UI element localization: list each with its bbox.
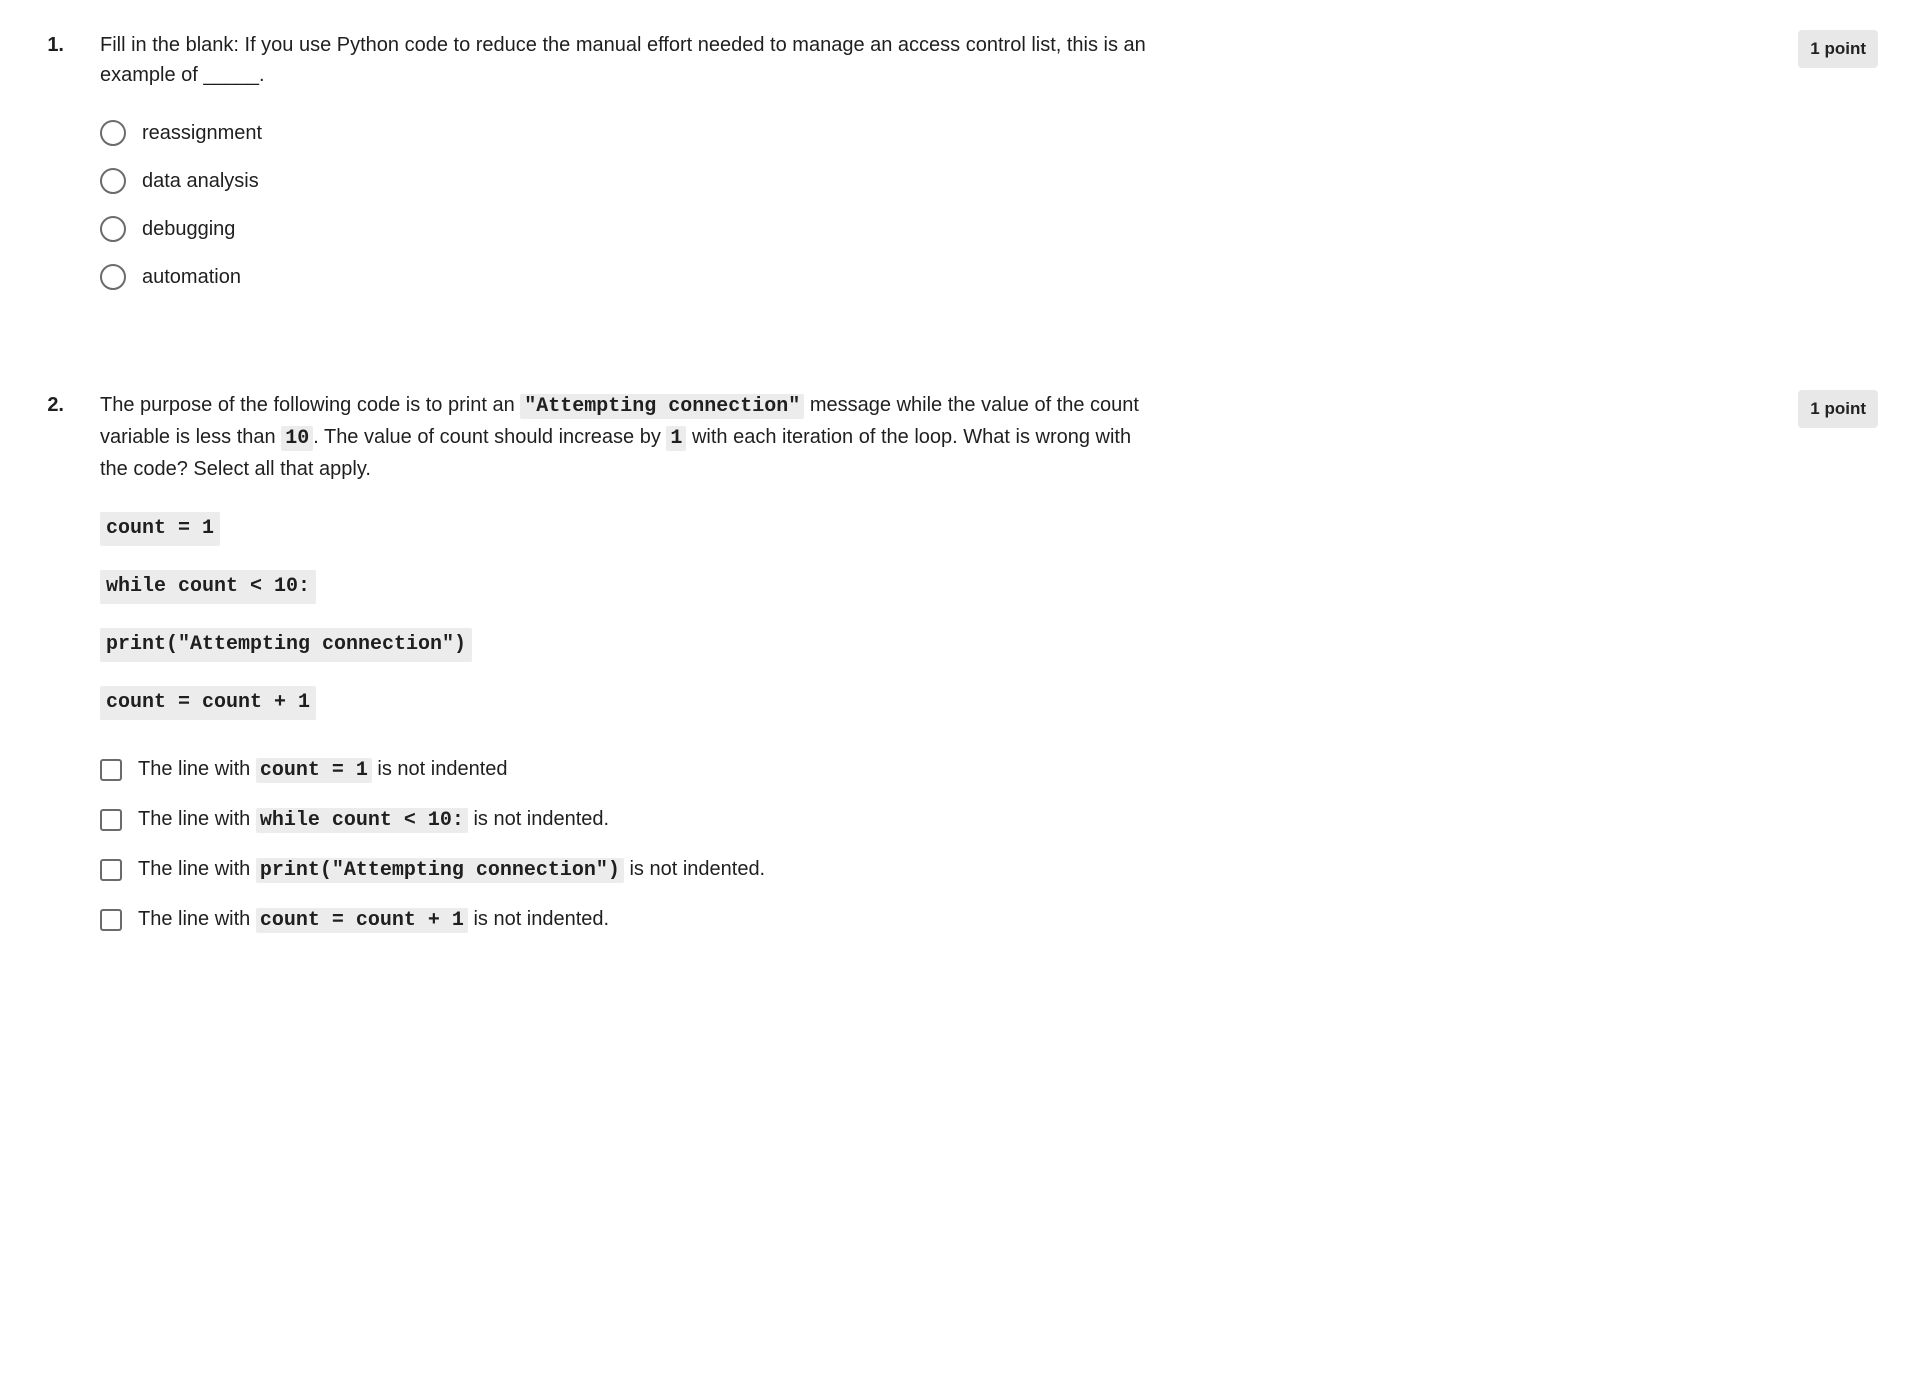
option-label: The line with print("Attempting connecti… xyxy=(138,854,765,886)
inline-code: count = 1 xyxy=(256,758,372,783)
option-label: reassignment xyxy=(142,118,262,148)
points-badge: 1 point xyxy=(1798,390,1878,428)
text-fragment: is not indented. xyxy=(624,858,765,880)
text-fragment: is not indented xyxy=(372,758,508,780)
options-group: The line with count = 1 is not indented … xyxy=(100,754,1150,936)
code-line: count = count + 1 xyxy=(100,686,316,720)
inline-code: 10 xyxy=(281,426,313,451)
inline-code: while count < 10: xyxy=(256,808,468,833)
option-label: data analysis xyxy=(142,166,259,196)
option-data-analysis[interactable]: data analysis xyxy=(100,166,1150,196)
question-number: 2. xyxy=(30,390,70,420)
question-number: 1. xyxy=(30,30,70,60)
radio-icon[interactable] xyxy=(100,120,126,146)
text-fragment: The line with xyxy=(138,908,256,930)
option-count-1-indent[interactable]: The line with count = 1 is not indented xyxy=(100,754,1150,786)
option-debugging[interactable]: debugging xyxy=(100,214,1150,244)
points-badge: 1 point xyxy=(1798,30,1878,68)
option-count-plus-1-indent[interactable]: The line with count = count + 1 is not i… xyxy=(100,904,1150,936)
radio-icon[interactable] xyxy=(100,168,126,194)
text-fragment: . The value of count should increase by xyxy=(313,426,666,448)
code-line: print("Attempting connection") xyxy=(100,628,472,662)
inline-code: print("Attempting connection") xyxy=(256,858,624,883)
inline-code: 1 xyxy=(666,426,686,451)
option-automation[interactable]: automation xyxy=(100,262,1150,292)
option-print-indent[interactable]: The line with print("Attempting connecti… xyxy=(100,854,1150,886)
question-text: The purpose of the following code is to … xyxy=(100,390,1150,484)
radio-icon[interactable] xyxy=(100,264,126,290)
inline-code: count = count + 1 xyxy=(256,908,468,933)
options-group: reassignment data analysis debugging aut… xyxy=(100,118,1150,292)
text-fragment: The line with xyxy=(138,758,256,780)
text-fragment: The purpose of the following code is to … xyxy=(100,394,520,416)
option-label: debugging xyxy=(142,214,235,244)
question-1: 1. Fill in the blank: If you use Python … xyxy=(30,30,1878,310)
option-label: automation xyxy=(142,262,241,292)
text-fragment: The line with xyxy=(138,858,256,880)
radio-icon[interactable] xyxy=(100,216,126,242)
inline-code: "Attempting connection" xyxy=(520,394,804,419)
question-2: 2. The purpose of the following code is … xyxy=(30,390,1878,954)
option-reassignment[interactable]: reassignment xyxy=(100,118,1150,148)
text-fragment: is not indented. xyxy=(468,808,609,830)
text-fragment: is not indented. xyxy=(468,908,609,930)
checkbox-icon[interactable] xyxy=(100,809,122,831)
checkbox-icon[interactable] xyxy=(100,759,122,781)
option-label: The line with count = count + 1 is not i… xyxy=(138,904,609,936)
option-label: The line with while count < 10: is not i… xyxy=(138,804,609,836)
text-fragment: The line with xyxy=(138,808,256,830)
code-line: while count < 10: xyxy=(100,570,316,604)
code-line: count = 1 xyxy=(100,512,220,546)
question-text: Fill in the blank: If you use Python cod… xyxy=(100,30,1150,90)
option-label: The line with count = 1 is not indented xyxy=(138,754,508,786)
option-while-indent[interactable]: The line with while count < 10: is not i… xyxy=(100,804,1150,836)
code-block: count = 1 while count < 10: print("Attem… xyxy=(100,512,1150,744)
checkbox-icon[interactable] xyxy=(100,909,122,931)
checkbox-icon[interactable] xyxy=(100,859,122,881)
